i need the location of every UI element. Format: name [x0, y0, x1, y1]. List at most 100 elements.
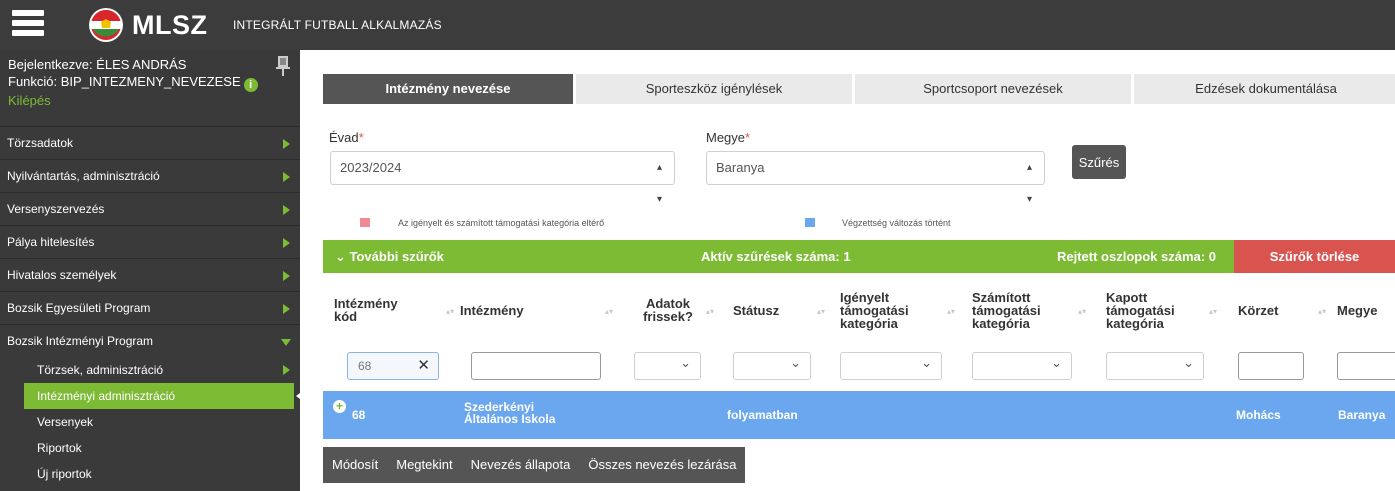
sidebar-subitem-versenyek[interactable]: Versenyek	[0, 409, 300, 435]
tab-edzesek-dokumentalasa[interactable]: Edzések dokumentálása	[1134, 74, 1395, 104]
sort-icon: ▴▾	[947, 307, 956, 316]
institution-filter-input[interactable]	[471, 352, 601, 380]
cell-code: 68	[352, 408, 366, 422]
football-logo-icon	[89, 8, 123, 42]
sort-icon: ▴▾	[605, 307, 614, 316]
sidebar-item-label: Versenyszervezés	[7, 202, 105, 216]
tab-sporteszkoz-igenylesek[interactable]: Sporteszköz igénylések	[576, 74, 852, 104]
chevron-down-icon: ⌄	[790, 355, 801, 370]
sidebar-item-nyilvantartas[interactable]: Nyilvántartás, adminisztráció	[0, 159, 300, 192]
tab-sportcsoport-nevezesek[interactable]: Sportcsoport nevezések	[855, 74, 1131, 104]
code-filter-input[interactable]: 68 ✕	[347, 352, 439, 380]
county-select[interactable]: Baranya ▴ ▾	[706, 151, 1045, 205]
season-label: Évad*	[329, 130, 364, 145]
close-all-entries-button[interactable]: Összes nevezés lezárása	[579, 447, 745, 483]
logo-text: MLSZ	[132, 9, 208, 40]
sidebar-subitem-label: Intézményi adminisztráció	[37, 389, 176, 403]
table-header: Intézmény kód ▴▾ Intézmény ▴▾ Adatok friss…	[323, 274, 1395, 346]
district-filter-input[interactable]	[1238, 352, 1304, 380]
county-value: Baranya	[716, 160, 765, 175]
sort-icon: ▴▾	[1078, 307, 1087, 316]
select-arrows-icon: ▴ ▾	[656, 162, 662, 205]
table-row[interactable]: + 68 Szederkényi Általános Iskola folyam…	[323, 391, 1395, 439]
clear-filters-button[interactable]: Szűrők törlése	[1234, 240, 1395, 273]
cell-district: Mohács	[1236, 408, 1281, 422]
sidebar-item-label: Hivatalos személyek	[7, 268, 117, 282]
legend: Az igényelt és számított támogatási kate…	[323, 215, 1395, 233]
hamburger-menu-icon[interactable]	[12, 10, 44, 40]
more-filters-label: További szűrők	[349, 249, 444, 264]
arrow-right-icon	[283, 205, 290, 215]
received-category-filter-select[interactable]: ⌄	[1106, 352, 1204, 380]
sidebar-item-bozsik-intezmenyi[interactable]: Bozsik Intézményi Program	[0, 324, 300, 357]
sidebar-item-hivatalos-szemelyek[interactable]: Hivatalos személyek	[0, 258, 300, 291]
modify-button[interactable]: Módosít	[323, 447, 387, 483]
legend-text-qualification-change: Végzettség változás történt	[842, 218, 951, 228]
clear-input-icon[interactable]: ✕	[417, 353, 430, 379]
column-header-label: Kapott támogatási kategória	[1106, 289, 1175, 331]
column-header-requested-category[interactable]: Igényelt támogatási kategória ▴▾	[840, 274, 955, 346]
column-header-status[interactable]: Státusz ▴▾	[733, 274, 825, 346]
sidebar: Bejelentkezve: ÉLES ANDRÁS Funkció: BIP_…	[0, 50, 304, 491]
more-filters-toggle[interactable]: ⌄ További szűrők	[335, 249, 444, 265]
chevron-down-icon: ⌄	[1183, 355, 1194, 370]
pin-icon[interactable]	[276, 56, 290, 76]
sidebar-item-versenyszervezes[interactable]: Versenyszervezés	[0, 192, 300, 225]
select-arrows-icon: ▴ ▾	[1026, 162, 1032, 205]
sidebar-item-palya-hitelesites[interactable]: Pálya hitelesítés	[0, 225, 300, 258]
cell-county: Baranya	[1338, 408, 1386, 422]
column-header-label: Intézmény kód	[334, 296, 398, 324]
sidebar-item-label: Bozsik Egyesületi Program	[7, 301, 151, 315]
main-content: Intézmény nevezése Sporteszköz igénylése…	[300, 50, 1395, 491]
season-label-text: Évad	[329, 130, 359, 145]
view-button[interactable]: Megtekint	[387, 447, 461, 483]
active-filters-count: Aktív szűrések száma: 1	[701, 249, 851, 264]
required-mark: *	[745, 130, 751, 145]
user-function-text: Funkció: BIP_INTEZMENY_NEVEZESE	[8, 74, 241, 89]
filter-button[interactable]: Szűrés	[1072, 145, 1126, 179]
logout-link[interactable]: Kilépés	[8, 92, 292, 109]
status-filter-select[interactable]: ⌄	[733, 352, 811, 380]
arrow-right-icon	[283, 304, 290, 314]
calculated-category-filter-select[interactable]: ⌄	[972, 352, 1072, 380]
column-header-calculated-category[interactable]: Számított támogatási kategória ▴▾	[972, 274, 1086, 346]
sidebar-subitem-torzsek[interactable]: Törzsek, adminisztráció	[0, 357, 300, 383]
app-title: INTEGRÁLT FUTBALL ALKALMAZÁS	[233, 18, 442, 32]
legend-swatch-pink	[360, 218, 370, 227]
fresh-filter-select[interactable]: ⌄	[634, 352, 701, 380]
sidebar-subitem-intezmenyi-adminisztracio[interactable]: Intézményi adminisztráció	[24, 383, 304, 409]
sidebar-item-bozsik-egyesuleti[interactable]: Bozsik Egyesületi Program	[0, 291, 300, 324]
column-header-county[interactable]: Megye	[1337, 274, 1395, 346]
arrow-down-icon	[281, 339, 291, 346]
hidden-columns-count[interactable]: Rejtett oszlopok száma: 0	[1057, 249, 1216, 264]
sidebar-subitem-riportok[interactable]: Riportok	[0, 435, 300, 461]
county-filter-input[interactable]	[1337, 352, 1395, 380]
filter-summary-bar: ⌄ További szűrők Aktív szűrések száma: 1…	[323, 240, 1395, 273]
column-header-institution[interactable]: Intézmény ▴▾	[460, 274, 613, 346]
sort-icon: ▴▾	[706, 307, 715, 316]
sidebar-subitem-label: Versenyek	[37, 415, 94, 429]
column-header-district[interactable]: Körzet ▴▾	[1238, 274, 1326, 346]
sidebar-item-label: Pálya hitelesítés	[7, 235, 95, 249]
column-header-label: Megye	[1337, 302, 1378, 318]
legend-text-category-mismatch: Az igényelt és számított támogatási kate…	[398, 218, 605, 228]
legend-swatch-blue	[805, 218, 815, 227]
user-box: Bejelentkezve: ÉLES ANDRÁS Funkció: BIP_…	[0, 50, 300, 126]
column-header-received-category[interactable]: Kapott támogatási kategória ▴▾	[1106, 274, 1217, 346]
sidebar-menu: Törzsadatok Nyilvántartás, adminisztráci…	[0, 126, 304, 487]
requested-category-filter-select[interactable]: ⌄	[840, 352, 942, 380]
column-header-fresh[interactable]: Adatok frissek? ▴▾	[635, 274, 714, 346]
entry-status-button[interactable]: Nevezés állapota	[462, 447, 580, 483]
column-header-label: Igényelt támogatási kategória	[840, 289, 909, 331]
column-header-code[interactable]: Intézmény kód ▴▾	[334, 274, 454, 346]
info-icon[interactable]: i	[243, 78, 258, 92]
season-select[interactable]: 2023/2024 ▴ ▾	[330, 151, 675, 205]
expand-row-icon[interactable]: +	[333, 400, 346, 413]
sidebar-item-torzsadatok[interactable]: Törzsadatok	[0, 126, 300, 159]
sidebar-subitem-label: Törzsek, adminisztráció	[37, 363, 164, 377]
sidebar-item-label: Törzsadatok	[7, 136, 74, 150]
tab-intezmeny-nevezese[interactable]: Intézmény nevezése	[323, 74, 573, 104]
sidebar-subitem-uj-riportok[interactable]: Új riportok	[0, 461, 300, 487]
chevron-down-icon: ⌄	[680, 355, 691, 370]
sidebar-subitem-label: Új riportok	[37, 467, 92, 481]
